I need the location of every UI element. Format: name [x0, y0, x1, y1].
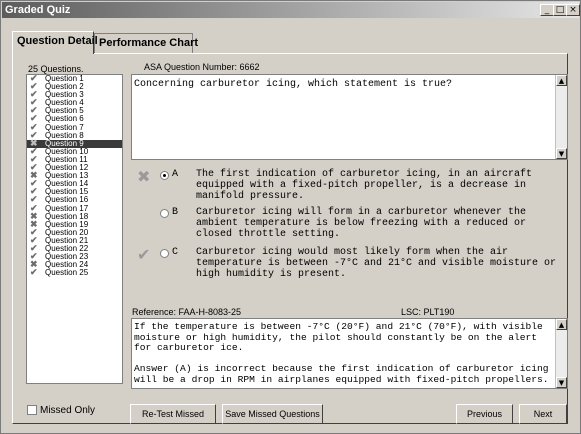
tab-performance-chart[interactable]: Performance Chart: [94, 33, 198, 53]
explanation-scrollbar[interactable]: ▲ ▼: [555, 319, 567, 388]
minimize-button[interactable]: _: [540, 4, 554, 16]
question-list[interactable]: ✔ Question 1 ✔ Question 2 ✔ Question 3 ✔ Questi…: [26, 74, 123, 384]
question-number-label: ASA Question Number: 6662: [144, 62, 260, 72]
title-bar[interactable]: Graded Quiz _ □ ×: [2, 2, 580, 18]
questions-count-label: 25 Questions.: [28, 64, 84, 74]
previous-button[interactable]: Previous: [456, 404, 513, 424]
scroll-up-icon[interactable]: ▲: [556, 75, 567, 86]
next-button[interactable]: Next: [519, 404, 567, 424]
question-scrollbar[interactable]: ▲ ▼: [555, 75, 567, 159]
question-list-item-label: Question 25: [45, 268, 89, 278]
answer-letter: C: [172, 247, 179, 258]
x-mark-icon: ✖: [137, 167, 151, 186]
question-list-item[interactable]: ✔ Question 25: [27, 267, 122, 278]
tab-question-detail[interactable]: Question Detail: [12, 31, 98, 54]
answer-text: Carburetor icing would most likely form …: [196, 247, 557, 280]
window-title: Graded Quiz: [5, 4, 71, 16]
missed-only-checkbox[interactable]: [27, 405, 37, 415]
scroll-up-icon[interactable]: ▲: [556, 319, 567, 330]
question-text-box[interactable]: Concerning carburetor icing, which state…: [131, 74, 568, 160]
answer-text: The first indication of carburetor icing…: [196, 169, 533, 202]
explanation-box[interactable]: If the temperature is between -7°C (20°F…: [131, 318, 568, 389]
save-missed-questions-button[interactable]: Save Missed Questions: [222, 404, 323, 424]
reference-label: Reference: FAA-H-8083-25: [132, 307, 242, 317]
scroll-down-icon[interactable]: ▼: [556, 377, 567, 388]
answer-radio-b[interactable]: [160, 209, 169, 218]
answer-radio-c[interactable]: [160, 249, 169, 258]
lsc-label: LSC: PLT190: [401, 307, 455, 317]
retest-missed-button[interactable]: Re-Test Missed: [130, 404, 216, 424]
scroll-down-icon[interactable]: ▼: [556, 148, 567, 159]
answer-text: Carburetor icing will form in a carburet…: [196, 207, 527, 240]
checkmark-icon: ✔: [30, 267, 38, 278]
close-button[interactable]: ×: [566, 4, 580, 16]
answer-letter: A: [172, 169, 179, 180]
answer-radio-a[interactable]: [160, 171, 169, 180]
maximize-button[interactable]: □: [553, 4, 567, 16]
checkmark-icon: ✔: [137, 245, 151, 264]
explanation-text: If the temperature is between -7°C (20°F…: [134, 321, 549, 385]
answer-letter: B: [172, 207, 179, 218]
missed-only-label: Missed Only: [40, 405, 96, 416]
question-text: Concerning carburetor icing, which state…: [134, 79, 453, 90]
